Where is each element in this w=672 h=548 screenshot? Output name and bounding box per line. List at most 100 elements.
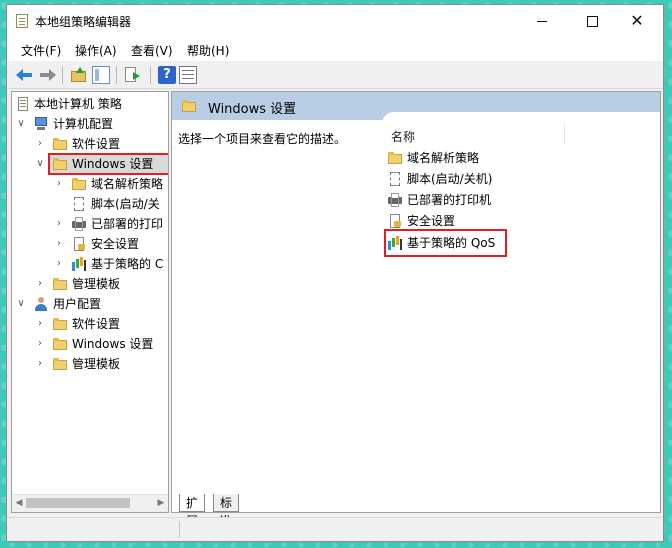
chevron-right-icon[interactable]: › [54,234,64,254]
computer-icon [34,117,48,131]
chevron-right-icon[interactable]: › [54,214,64,234]
chevron-right-icon[interactable]: › [54,174,64,194]
tree-item-label: 域名解析策略 [91,177,164,191]
tree-item-cc-win-printers[interactable]: › 已部署的打印 [12,214,168,234]
window-title: 本地组策略编辑器 [35,15,132,29]
list-item-label: 已部署的打印机 [407,193,492,207]
tree-pane[interactable]: 本地计算机 策略 ∨ 计算机配置 › 软件设置 ∨ Windows 设置 › 域… [11,91,169,513]
menu-bar: 文件(F) 操作(A) 查看(V) 帮助(H) [7,37,663,61]
tree-item-user-config[interactable]: ∨ 用户配置 [12,294,168,314]
tab-standard[interactable]: 标准 [213,494,240,528]
highlight-box-qos [384,229,507,257]
tree-item-label: 安全设置 [91,237,140,251]
toolbar-separator [150,66,151,84]
minimize-button[interactable] [519,5,565,37]
export-list-icon[interactable] [124,66,142,84]
chevron-right-icon[interactable]: › [35,354,45,374]
folder-icon [53,317,67,331]
help-icon[interactable]: ? [158,66,176,84]
tree-item-label: 计算机配置 [53,117,114,131]
scroll-right-icon[interactable]: ▶ [154,495,168,512]
properties-icon[interactable] [179,66,197,84]
toolbar-separator [116,66,117,84]
folder-icon [388,151,402,165]
tree-item-cc-admin[interactable]: › 管理模板 [12,274,168,294]
tree-item-uc-admin[interactable]: › 管理模板 [12,354,168,374]
tree-item-label: 本地计算机 策略 [34,97,122,111]
chevron-right-icon[interactable]: › [35,274,45,294]
title-bar: 本地组策略编辑器 ✕ [7,5,663,37]
tree-item-cc-win-scripts[interactable]: 脚本(启动/关 [12,194,168,214]
folder-icon [72,177,86,191]
up-one-level-icon[interactable] [70,66,88,84]
folder-icon [53,357,67,371]
detail-title: Windows 设置 [208,102,297,117]
tree-item-label: 基于策略的 C [91,257,164,271]
chevron-right-icon[interactable]: › [54,254,64,274]
column-separator[interactable] [564,124,565,144]
policy-document-icon [16,97,30,111]
list-item-label: 域名解析策略 [407,151,480,165]
printer-icon [388,193,402,207]
scroll-left-icon[interactable]: ◀ [12,495,26,512]
user-icon [34,297,48,311]
toolbar: ? [7,61,663,89]
list-item-label: 脚本(启动/关机) [407,172,493,186]
folder-icon [53,337,67,351]
tree-item-label: 用户配置 [53,297,102,311]
close-button[interactable]: ✕ [614,5,660,37]
description-text: 选择一个项目来查看它的描述。 [178,132,347,146]
chevron-down-icon[interactable]: ∨ [35,154,45,174]
menu-file[interactable]: 文件(F) [21,42,61,59]
script-icon [388,172,402,186]
printer-icon [72,217,86,231]
back-arrow-icon[interactable] [16,66,34,84]
script-icon [72,197,86,211]
scrollbar-thumb[interactable] [26,498,130,508]
detail-body: 选择一个项目来查看它的描述。 名称 域名解析策略 脚本(启动/关机) 已部署的打… [172,112,660,512]
tree-item-cc-software[interactable]: › 软件设置 [12,134,168,154]
tree-item-cc-win-qos[interactable]: › 基于策略的 C [12,254,168,274]
menu-view[interactable]: 查看(V) [131,42,173,59]
minimize-icon [537,21,547,22]
tree-item-label: 脚本(启动/关 [91,197,160,211]
folder-icon [53,137,67,151]
show-hide-tree-icon[interactable] [92,66,110,84]
detail-pane: Windows 设置 选择一个项目来查看它的描述。 名称 域名解析策略 脚本(启… [171,91,661,513]
maximize-icon [586,16,598,27]
chevron-down-icon[interactable]: ∨ [16,294,26,314]
forward-arrow-icon[interactable] [38,66,56,84]
policy-editor-icon [16,14,28,28]
tree-item-label: Windows 设置 [72,337,154,351]
security-icon [388,214,402,228]
tree-item-uc-software[interactable]: › 软件设置 [12,314,168,334]
folder-icon [53,277,67,291]
gpedit-window: 本地组策略编辑器 ✕ 文件(F) 操作(A) 查看(V) 帮助(H) ? 本地计… [6,4,664,542]
column-header-name[interactable]: 名称 [391,128,415,145]
toolbar-separator [62,66,63,84]
highlight-box-windows-settings [48,153,168,175]
chevron-right-icon[interactable]: › [35,314,45,334]
tree-item-cc-win-dns[interactable]: › 域名解析策略 [12,174,168,194]
menu-help[interactable]: 帮助(H) [187,42,229,59]
tree-item-computer-config[interactable]: ∨ 计算机配置 [12,114,168,134]
tree-item-label: 管理模板 [72,357,121,371]
security-icon [72,237,86,251]
status-divider [179,521,180,538]
chevron-right-icon[interactable]: › [35,334,45,354]
tree-item-cc-win-security[interactable]: › 安全设置 [12,234,168,254]
tree-item-label: 软件设置 [72,317,121,331]
chevron-down-icon[interactable]: ∨ [16,114,26,134]
qos-chart-icon [72,257,86,271]
menu-action[interactable]: 操作(A) [75,42,117,59]
maximize-button[interactable] [569,5,615,37]
tree-horizontal-scrollbar[interactable]: ◀ ▶ [12,494,168,512]
tree-item-root[interactable]: 本地计算机 策略 [12,94,168,114]
chevron-right-icon[interactable]: › [35,134,45,154]
tree-item-label: 管理模板 [72,277,121,291]
tree-item-label: 已部署的打印 [91,217,164,231]
tree-item-uc-windows[interactable]: › Windows 设置 [12,334,168,354]
tab-extended[interactable]: 扩展 [179,494,206,528]
folder-icon [182,99,196,113]
tree-item-label: 软件设置 [72,137,121,151]
